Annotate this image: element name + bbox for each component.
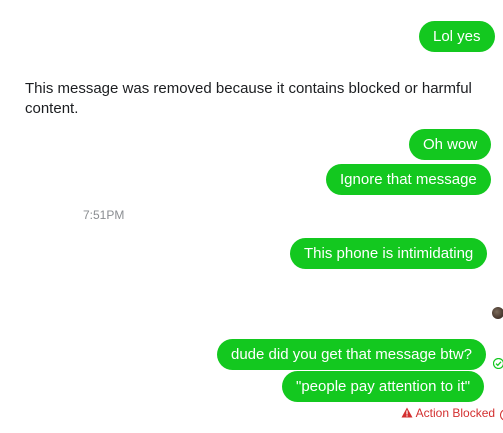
- message-bubble-oh-wow[interactable]: Oh wow: [409, 129, 492, 160]
- removed-message-notice: This message was removed because it cont…: [25, 80, 472, 117]
- avatar: [492, 307, 503, 319]
- message-bubble-lol-yes[interactable]: Lol yes: [419, 21, 495, 52]
- message-bubble-phone[interactable]: This phone is intimidating: [290, 238, 488, 269]
- action-blocked-status: Action Blocked i: [401, 406, 503, 421]
- action-blocked-label: Action Blocked: [415, 406, 496, 420]
- message-bubble-dude[interactable]: dude did you get that message btw?: [217, 339, 486, 370]
- message-bubble-people[interactable]: "people pay attention to it": [282, 371, 485, 402]
- delivered-check-icon: [493, 358, 503, 369]
- message-bubble-ignore[interactable]: Ignore that message: [326, 164, 491, 195]
- message-timestamp: 7:51PM: [83, 208, 125, 222]
- warning-icon: [401, 407, 413, 418]
